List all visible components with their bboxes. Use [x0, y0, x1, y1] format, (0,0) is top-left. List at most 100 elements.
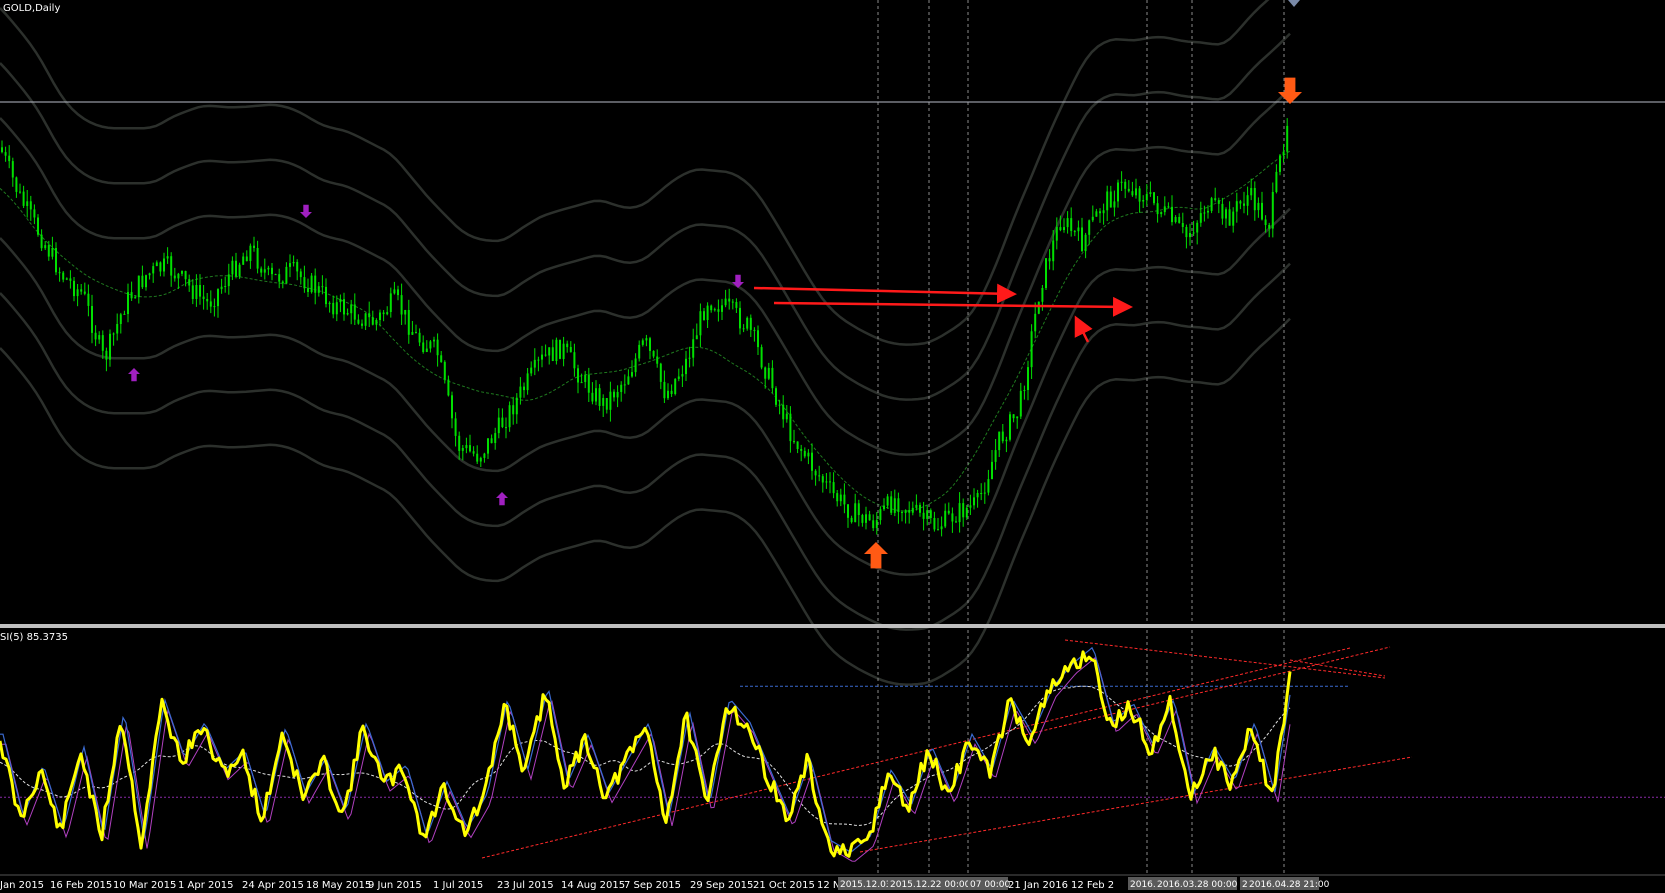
candle-body — [901, 512, 903, 513]
candle-body — [209, 301, 212, 307]
candle-body — [1228, 209, 1231, 226]
candle-body — [1192, 232, 1195, 234]
pane-separator[interactable] — [0, 624, 1665, 628]
candle-body — [1052, 240, 1055, 262]
candle-body — [710, 305, 713, 311]
candle-body — [721, 305, 723, 312]
candle-body — [22, 191, 25, 206]
candle-body — [573, 352, 576, 369]
candle-body — [148, 273, 151, 276]
candle-body — [832, 482, 835, 494]
candle-body — [490, 438, 493, 444]
candle-body — [886, 496, 889, 506]
candle-body — [245, 256, 248, 262]
candle-body — [602, 398, 605, 406]
date-tick-label: 7 Sep 2015 — [624, 880, 681, 891]
candle-body — [469, 445, 471, 452]
candle-body — [1199, 213, 1202, 223]
candle-body — [857, 503, 860, 515]
candle-body — [598, 388, 601, 406]
candle-body — [976, 493, 979, 498]
candle-body — [382, 312, 385, 315]
candle-body — [1145, 194, 1148, 200]
candle-body — [1059, 227, 1062, 231]
candle-body — [47, 245, 50, 257]
candle-body — [425, 348, 428, 352]
candle-body — [613, 391, 615, 398]
candle-body — [973, 497, 975, 506]
candle-body — [134, 297, 137, 299]
candle-body — [1041, 288, 1044, 302]
candle-body — [1149, 192, 1152, 194]
candle-body — [922, 512, 925, 519]
candle-body — [839, 494, 842, 502]
candle-body — [548, 347, 551, 356]
candle-body — [101, 335, 104, 351]
candle-body — [404, 310, 407, 315]
candle-body — [1207, 210, 1209, 213]
candle-body — [1066, 218, 1069, 228]
candle-body — [897, 498, 900, 512]
candle-body — [217, 289, 219, 307]
candle-body — [951, 513, 954, 522]
candle-body — [958, 503, 961, 523]
indicator-label: SI(5) 85.3735 — [0, 632, 68, 643]
candle-body — [634, 358, 637, 373]
candle-body — [447, 379, 450, 396]
candle-body — [677, 376, 680, 379]
candle-body — [141, 275, 144, 288]
candle-body — [1156, 203, 1159, 215]
candle-body — [1131, 191, 1134, 196]
candle-body — [1120, 181, 1123, 183]
candle-body — [195, 285, 198, 299]
timestamp-label: 2015.12.03 — [840, 880, 892, 890]
candle-body — [173, 275, 176, 279]
candle-body — [1055, 227, 1058, 241]
candle-body — [627, 376, 630, 385]
candle-body — [1037, 301, 1040, 314]
candle-body — [807, 452, 810, 457]
candle-body — [919, 504, 921, 513]
candle-body — [515, 397, 518, 415]
candle-body — [109, 333, 111, 360]
candle-body — [789, 413, 792, 442]
candle-body — [29, 201, 32, 210]
candle-body — [184, 271, 187, 280]
candle-body — [577, 368, 579, 383]
candle-body — [793, 441, 795, 443]
candle-body — [307, 288, 309, 292]
candle-body — [11, 161, 14, 178]
candle-body — [497, 417, 500, 434]
candle-body — [875, 520, 878, 528]
date-tick-label: 29 Sep 2015 — [690, 880, 753, 891]
candle-body — [544, 354, 547, 356]
candle-body — [667, 390, 669, 399]
candle-body — [472, 451, 475, 454]
candle-body — [155, 262, 158, 267]
candle-body — [998, 431, 1001, 451]
candle-body — [1070, 218, 1073, 231]
candle-body — [116, 324, 119, 334]
candle-body — [620, 384, 623, 392]
candle-body — [397, 289, 399, 296]
candle-body — [389, 293, 392, 312]
candle-body — [1196, 222, 1199, 233]
candle-body — [465, 445, 468, 449]
candle-body — [1117, 182, 1119, 202]
candle-body — [605, 398, 608, 410]
candle-body — [1084, 234, 1087, 252]
candle-body — [1232, 211, 1235, 226]
candle-body — [1005, 439, 1008, 442]
candle-body — [850, 517, 853, 523]
candle-body — [1261, 202, 1263, 220]
timestamp-label: 07 00:00 — [970, 880, 1011, 890]
candle-body — [587, 374, 590, 393]
candle-body — [829, 481, 831, 483]
candle-body — [699, 311, 702, 336]
candle-body — [1030, 331, 1033, 368]
candle-body — [177, 273, 180, 279]
candle-body — [274, 274, 277, 276]
candle-body — [652, 351, 655, 357]
candle-body — [332, 302, 335, 315]
candle-body — [127, 292, 129, 314]
